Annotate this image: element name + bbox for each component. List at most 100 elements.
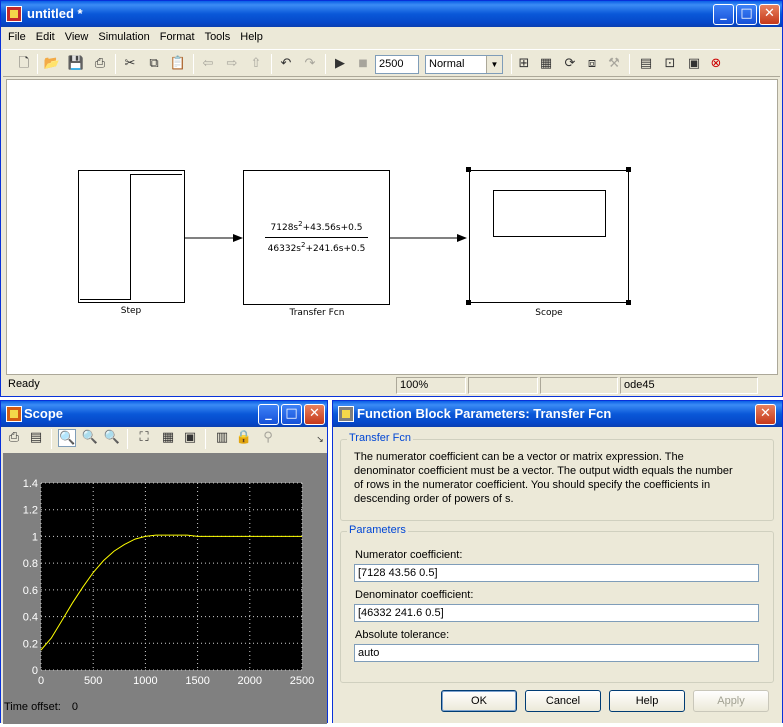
cut-icon[interactable]: ✂ xyxy=(121,55,139,73)
update-diagram-icon[interactable]: ▦ xyxy=(537,55,555,73)
debugger-icon[interactable]: ▣ xyxy=(685,55,703,73)
model-window: untitled * _ □ ✕ File Edit View Simulation F… xyxy=(0,0,783,397)
menubar: File Edit View Simulation Format Tools Help xyxy=(3,27,780,48)
copy-icon[interactable]: ⧉ xyxy=(145,55,163,73)
maximize-icon[interactable]: □ xyxy=(736,4,757,25)
menu-help[interactable]: Help xyxy=(235,27,268,48)
scope-window: Scope _ □ ✕ ⎙ ▤ 🔍 🔍 🔍 ⛶ ▦ ▣ ▥ 🔒 ⚲ ↘ 0 500… xyxy=(0,400,329,724)
numerator-label: Numerator coefficient: xyxy=(355,549,463,561)
x-tick-label: 2000 xyxy=(238,675,262,687)
menu-simulation[interactable]: Simulation xyxy=(93,27,154,48)
close-icon[interactable]: ✕ xyxy=(304,404,325,425)
toolbar-separator xyxy=(205,429,206,449)
model-titlebar[interactable]: untitled * _ □ ✕ xyxy=(1,1,782,27)
parameters-icon[interactable]: ▤ xyxy=(27,429,45,447)
autoscale-icon[interactable]: ⛶ xyxy=(135,429,153,447)
parameters-group: Parameters Numerator coefficient: [7128 … xyxy=(340,524,774,683)
layers-icon[interactable]: ⧈ xyxy=(583,55,601,73)
menu-edit[interactable]: Edit xyxy=(31,27,60,48)
selection-handle[interactable] xyxy=(626,300,631,305)
library-browser-icon[interactable]: ▤ xyxy=(637,55,655,73)
y-tick-label: 0.4 xyxy=(23,612,38,624)
y-tick-label: 1.4 xyxy=(23,478,38,490)
close-icon[interactable]: ✕ xyxy=(755,404,776,425)
selection-handle[interactable] xyxy=(466,300,471,305)
model-canvas[interactable]: Step 7128s2+43.56s+0.5 46332s2+241.6s+0.… xyxy=(6,79,778,375)
signal-selection-icon[interactable]: ⚲ xyxy=(259,429,277,447)
dialog-titlebar[interactable]: Function Block Parameters: Transfer Fcn … xyxy=(333,401,782,427)
print-icon[interactable]: ⎙ xyxy=(5,429,23,447)
transfer-fcn-block[interactable]: 7128s2+43.56s+0.5 46332s2+241.6s+0.5 xyxy=(243,170,390,305)
x-tick-label: 1500 xyxy=(185,675,209,687)
menu-view[interactable]: View xyxy=(60,27,94,48)
new-model-icon[interactable]: 🗋 xyxy=(15,55,33,73)
transfer-fcn-group: Transfer Fcn The numerator coefficient c… xyxy=(340,432,774,521)
dock-icon[interactable]: ↘ xyxy=(311,431,329,449)
ok-button[interactable]: OK xyxy=(441,690,517,712)
simulation-mode-select[interactable]: Normal ▼ xyxy=(425,55,503,74)
undo-icon[interactable]: ↶ xyxy=(277,55,295,73)
x-tick-label: 0 xyxy=(38,675,44,687)
close-icon[interactable]: ✕ xyxy=(759,4,780,25)
print-icon[interactable]: ⎙ xyxy=(91,55,109,73)
start-simulation-icon[interactable]: ▶ xyxy=(331,55,349,73)
floating-scope-icon[interactable]: ▥ xyxy=(213,429,231,447)
status-empty-2 xyxy=(540,377,618,394)
step-block[interactable] xyxy=(78,170,185,303)
time-offset-value: 0 xyxy=(71,701,79,713)
step-rise-line xyxy=(130,174,131,300)
status-ready: Ready xyxy=(8,378,40,390)
forward-icon[interactable]: ⇨ xyxy=(223,55,241,73)
toolbar-separator xyxy=(629,54,630,74)
menu-tools[interactable]: Tools xyxy=(200,27,236,48)
cancel-button[interactable]: Cancel xyxy=(525,690,601,712)
open-icon[interactable]: 📂 xyxy=(43,55,61,73)
tf-fraction-line xyxy=(265,237,368,238)
status-empty-1 xyxy=(468,377,538,394)
toolbar-separator xyxy=(325,54,326,74)
menu-file[interactable]: File xyxy=(3,27,31,48)
chevron-down-icon[interactable]: ▼ xyxy=(486,56,502,73)
redo-icon[interactable]: ↷ xyxy=(301,55,319,73)
lock-icon[interactable]: 🔒 xyxy=(235,429,253,447)
restore-axes-icon[interactable]: ▣ xyxy=(181,429,199,447)
block-description: The numerator coefficient can be a vecto… xyxy=(354,451,733,505)
tolerance-field[interactable]: auto xyxy=(354,644,759,662)
zoom-y-icon[interactable]: 🔍 xyxy=(103,429,121,447)
selection-handle[interactable] xyxy=(466,167,471,172)
selection-handle[interactable] xyxy=(626,167,631,172)
paste-icon[interactable]: 📋 xyxy=(169,55,187,73)
save-axes-icon[interactable]: ▦ xyxy=(159,429,177,447)
tolerance-label: Absolute tolerance: xyxy=(355,629,450,641)
maximize-icon[interactable]: □ xyxy=(281,404,302,425)
zoom-x-icon[interactable]: 🔍 xyxy=(81,429,99,447)
denominator-field[interactable]: [46332 241.6 0.5] xyxy=(354,604,759,622)
debug-icon[interactable]: ⚒ xyxy=(605,55,623,73)
tf-numerator: 7128s2+43.56s+0.5 xyxy=(270,220,363,233)
scope-chart[interactable]: 0 500 1000 1500 2000 2500 0 0.2 0.4 0.6 0.8 1 1.2 1.4 xyxy=(3,453,327,724)
scope-titlebar[interactable]: Scope _ □ ✕ xyxy=(1,401,327,427)
back-icon[interactable]: ⇦ xyxy=(199,55,217,73)
save-icon[interactable]: 💾 xyxy=(67,55,85,73)
target-icon[interactable]: ⊗ xyxy=(707,55,725,73)
apply-button[interactable]: Apply xyxy=(693,690,769,712)
scope-title: Scope xyxy=(24,406,64,421)
scope-block[interactable] xyxy=(469,170,629,303)
minimize-icon[interactable]: _ xyxy=(258,404,279,425)
menu-format[interactable]: Format xyxy=(155,27,200,48)
build-icon[interactable]: ⊞ xyxy=(515,55,533,73)
up-icon[interactable]: ⇧ xyxy=(247,55,265,73)
matlab-icon xyxy=(6,406,22,422)
scope-screen xyxy=(493,190,606,237)
model-explorer-icon[interactable]: ⊡ xyxy=(661,55,679,73)
time-offset-label: Time offset: xyxy=(4,701,61,713)
zoom-icon[interactable]: 🔍 xyxy=(58,429,76,447)
minimize-icon[interactable]: _ xyxy=(713,4,734,25)
help-button[interactable]: Help xyxy=(609,690,685,712)
toolbar-separator xyxy=(37,54,38,74)
toolbar-separator xyxy=(115,54,116,74)
refresh-icon[interactable]: ⟳ xyxy=(561,55,579,73)
stop-simulation-icon[interactable]: ■ xyxy=(354,55,372,73)
stop-time-input[interactable]: 2500 xyxy=(375,55,419,74)
numerator-field[interactable]: [7128 43.56 0.5] xyxy=(354,564,759,582)
